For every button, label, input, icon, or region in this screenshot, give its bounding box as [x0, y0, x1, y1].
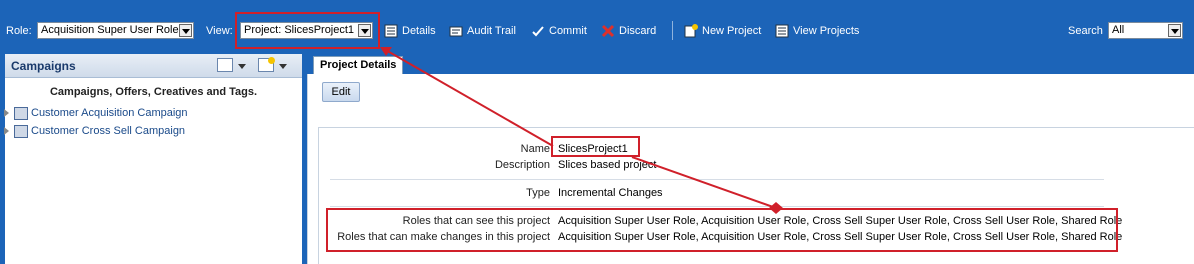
divider — [330, 206, 1104, 207]
name-highlight-box — [551, 136, 640, 157]
type-label: Type — [526, 187, 550, 199]
toolbar-divider — [672, 21, 673, 40]
chevron-down-icon[interactable] — [1168, 24, 1181, 37]
campaigns-panel-header: Campaigns — [5, 54, 302, 78]
tab-bar — [307, 54, 1194, 74]
chevron-down-icon[interactable] — [238, 64, 246, 69]
campaign-icon — [14, 106, 28, 120]
audit-trail-button[interactable]: Audit Trail — [449, 22, 516, 40]
tree-item-customer-acquisition[interactable]: Customer Acquisition Campaign — [4, 105, 188, 121]
view-label: View: — [206, 25, 233, 37]
view-highlight-box — [235, 12, 380, 49]
roles-highlight-box — [326, 208, 1118, 252]
campaigns-panel: Campaigns Campaigns, Offers, Creatives a… — [5, 54, 302, 264]
name-label: Name — [520, 143, 550, 155]
search-scope-select[interactable]: All — [1108, 22, 1183, 39]
chevron-down-icon[interactable] — [179, 24, 192, 37]
chevron-down-icon[interactable] — [279, 64, 287, 69]
tab-project-details[interactable]: Project Details — [313, 56, 404, 74]
expand-icon[interactable] — [4, 109, 9, 117]
search-label: Search — [1068, 25, 1103, 37]
view-projects-icon — [775, 24, 789, 38]
type-value: Incremental Changes — [558, 187, 663, 199]
view-projects-label: View Projects — [793, 25, 860, 37]
discard-label: Discard — [619, 25, 657, 37]
left-panel: Campaigns Campaigns, Offers, Creatives a… — [0, 54, 307, 264]
campaign-icon — [14, 124, 28, 138]
description-label: Description — [494, 159, 550, 171]
discard-icon — [601, 24, 615, 38]
campaigns-subtitle: Campaigns, Offers, Creatives and Tags. — [49, 86, 258, 98]
description-value: Slices based project — [558, 159, 657, 171]
discard-button[interactable]: Discard — [601, 22, 656, 40]
role-select[interactable]: Acquisition Super User Role — [37, 22, 194, 39]
campaigns-title: Campaigns — [11, 59, 76, 73]
view-projects-button[interactable]: View Projects — [775, 22, 859, 40]
details-button[interactable]: Details — [384, 22, 436, 40]
tree-item-label[interactable]: Customer Acquisition Campaign — [31, 107, 188, 119]
new-item-icon[interactable] — [258, 57, 275, 72]
new-project-label: New Project — [702, 25, 762, 37]
role-select-value: Acquisition Super User Role — [41, 24, 179, 36]
new-project-icon — [684, 24, 698, 38]
list-view-icon[interactable] — [217, 58, 233, 72]
commit-label: Commit — [549, 25, 587, 37]
commit-icon — [531, 24, 545, 38]
audit-trail-label: Audit Trail — [467, 25, 516, 37]
audit-trail-icon — [449, 24, 463, 38]
tree-item-customer-cross-sell[interactable]: Customer Cross Sell Campaign — [4, 123, 185, 139]
details-icon — [384, 24, 398, 38]
role-label: Role: — [6, 25, 32, 37]
edit-button[interactable]: Edit — [322, 82, 360, 102]
expand-icon[interactable] — [4, 127, 9, 135]
divider — [330, 179, 1104, 180]
new-project-button[interactable]: New Project — [684, 22, 761, 40]
tree-item-label[interactable]: Customer Cross Sell Campaign — [31, 125, 185, 137]
commit-button[interactable]: Commit — [531, 22, 587, 40]
details-label: Details — [402, 25, 436, 37]
search-scope-value: All — [1112, 24, 1125, 36]
